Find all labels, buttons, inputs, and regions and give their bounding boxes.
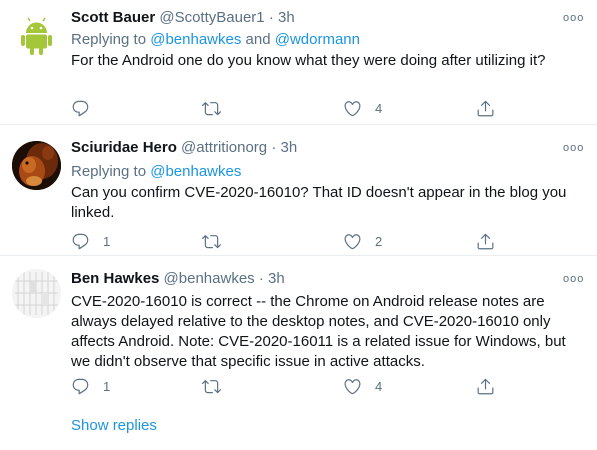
avatar[interactable] [12,141,61,190]
tweet-actions: 1 4 [71,376,511,396]
tweet-header: Sciuridae Hero @attritionorg · 3h [71,138,297,158]
replying-to: Replying to @benhawkes and @wdormann [71,30,360,50]
user-handle[interactable]: @ScottyBauer1 [159,9,264,26]
separator-dot: · [271,139,277,156]
heart-icon [344,378,361,394]
heart-icon [344,233,361,249]
share-icon [477,378,494,394]
reply-button[interactable] [71,98,103,118]
tweet-header: Ben Hawkes @benhawkes · 3h [71,269,285,289]
like-count: 4 [375,378,383,394]
tweet-actions: 1 2 [71,231,511,251]
tweet-text: CVE-2020-16010 is correct -- the Chrome … [71,293,566,370]
share-icon [477,100,494,116]
avatar[interactable] [12,269,61,318]
more-options-icon[interactable]: ooo [563,8,583,28]
retweet-icon [202,234,221,248]
reply-button[interactable]: 1 [71,376,110,396]
replying-to-label: Replying to [71,31,151,48]
tweet-text: For the Android one do you know what the… [71,52,546,69]
retweet-button[interactable] [202,231,234,251]
replying-to: Replying to @benhawkes [71,162,241,182]
share-button[interactable] [476,231,495,251]
tweet-actions: 4 [71,98,511,118]
share-button[interactable] [476,376,495,396]
separator-dot: · [268,9,274,26]
timestamp[interactable]: 3h [278,9,295,26]
reply-icon [72,378,89,394]
like-count: 4 [375,100,383,116]
android-icon [12,11,61,60]
tweet-header: Scott Bauer @ScottyBauer1 · 3h [71,8,295,28]
user-handle[interactable]: @attritionorg [181,139,267,156]
retweet-icon [202,379,221,393]
tweet-text: Can you confirm CVE-2020-16010? That ID … [71,184,567,221]
share-icon [477,233,494,249]
mention-link[interactable]: @benhawkes [150,163,241,180]
reply-count: 1 [103,233,111,249]
like-count: 2 [375,233,383,249]
timestamp[interactable]: 3h [268,270,285,287]
retweet-icon [202,101,221,115]
tweet[interactable]: Scott Bauer @ScottyBauer1 · 3h ooo Reply… [0,0,597,124]
separator-dot: · [258,270,264,287]
display-name[interactable]: Ben Hawkes [71,270,159,287]
tweet[interactable]: Sciuridae Hero @attritionorg · 3h ooo Re… [0,125,597,255]
mention-link[interactable]: @wdormann [275,31,360,48]
replying-to-label: Replying to [71,163,151,180]
mention-link[interactable]: @benhawkes [150,31,241,48]
reply-button[interactable]: 1 [71,231,110,251]
display-name[interactable]: Sciuridae Hero [71,139,177,156]
heart-icon [344,100,361,116]
pixel-pattern-avatar [12,269,61,318]
like-button[interactable]: 2 [343,231,382,251]
show-replies-link[interactable]: Show replies [71,416,157,436]
reply-count: 1 [103,378,111,394]
mention-joiner: and [241,31,275,48]
reply-icon [72,233,89,249]
tweet[interactable]: Ben Hawkes @benhawkes · 3h ooo CVE-2020-… [0,256,597,406]
avatar[interactable] [12,11,61,60]
more-options-icon[interactable]: ooo [563,269,583,289]
more-options-icon[interactable]: ooo [563,138,583,158]
like-button[interactable]: 4 [343,376,382,396]
like-button[interactable]: 4 [343,98,382,118]
display-name[interactable]: Scott Bauer [71,9,155,26]
retweet-button[interactable] [202,376,234,396]
retweet-button[interactable] [202,98,234,118]
timestamp[interactable]: 3h [281,139,298,156]
squirrel-avatar [12,141,61,190]
user-handle[interactable]: @benhawkes [164,270,255,287]
share-button[interactable] [476,98,495,118]
reply-icon [72,100,89,116]
